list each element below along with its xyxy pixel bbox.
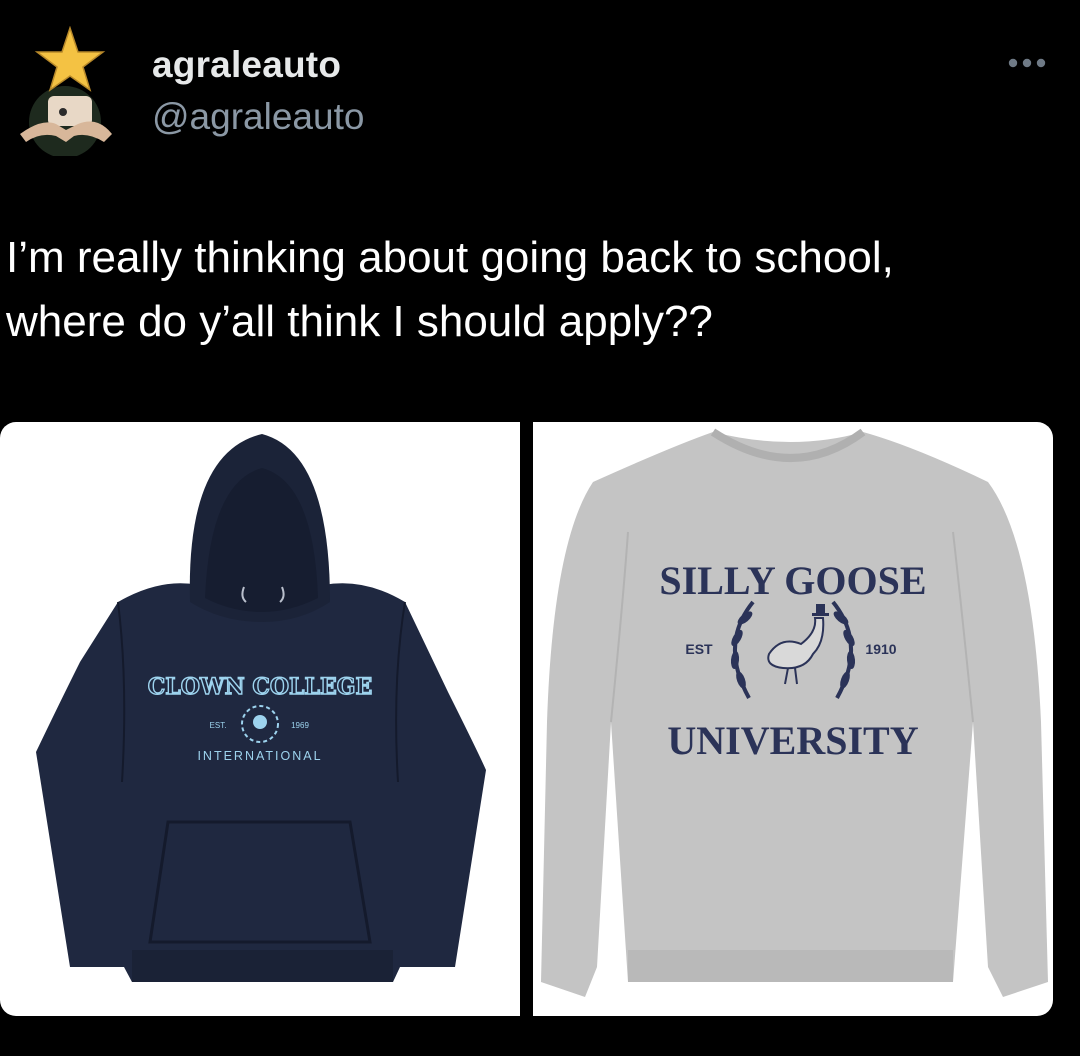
hoodie-logo-subtitle: INTERNATIONAL <box>197 749 322 763</box>
more-options-button[interactable] <box>1004 48 1050 78</box>
tweet-text-line: where do y’all think I should apply?? <box>6 297 713 346</box>
sweatshirt-logo-subtitle: UNIVERSITY <box>667 718 918 763</box>
user-handle[interactable]: @agraleauto <box>152 96 364 138</box>
avatar[interactable] <box>8 25 122 158</box>
more-options-icon <box>1008 58 1046 68</box>
tweet-text-line: I’m really thinking about going back to … <box>6 233 894 282</box>
tweet-text: I’m really thinking about going back to … <box>6 226 1066 354</box>
media-image-hoodie[interactable]: CLOWN COLLEGE EST. 1969 INTERNATIONAL <box>0 422 520 1016</box>
sweatshirt-logo-year: 1910 <box>865 641 896 657</box>
media-image-sweatshirt[interactable]: SILLY GOOSE EST 1910 UNIVERSITY <box>533 422 1053 1016</box>
star-character-avatar-icon <box>20 25 112 158</box>
navy-hoodie-image-icon: CLOWN COLLEGE EST. 1969 INTERNATIONAL <box>36 434 486 982</box>
sweatshirt-logo-est: EST <box>685 641 713 657</box>
grey-sweatshirt-image-icon: SILLY GOOSE EST 1910 UNIVERSITY <box>541 428 1048 997</box>
hoodie-logo-year: 1969 <box>291 721 309 730</box>
sweatshirt-logo-title: SILLY GOOSE <box>659 558 926 603</box>
hoodie-logo-title: CLOWN COLLEGE <box>148 674 373 700</box>
display-name[interactable]: agraleauto <box>152 44 341 86</box>
hoodie-logo-est: EST. <box>210 721 227 730</box>
